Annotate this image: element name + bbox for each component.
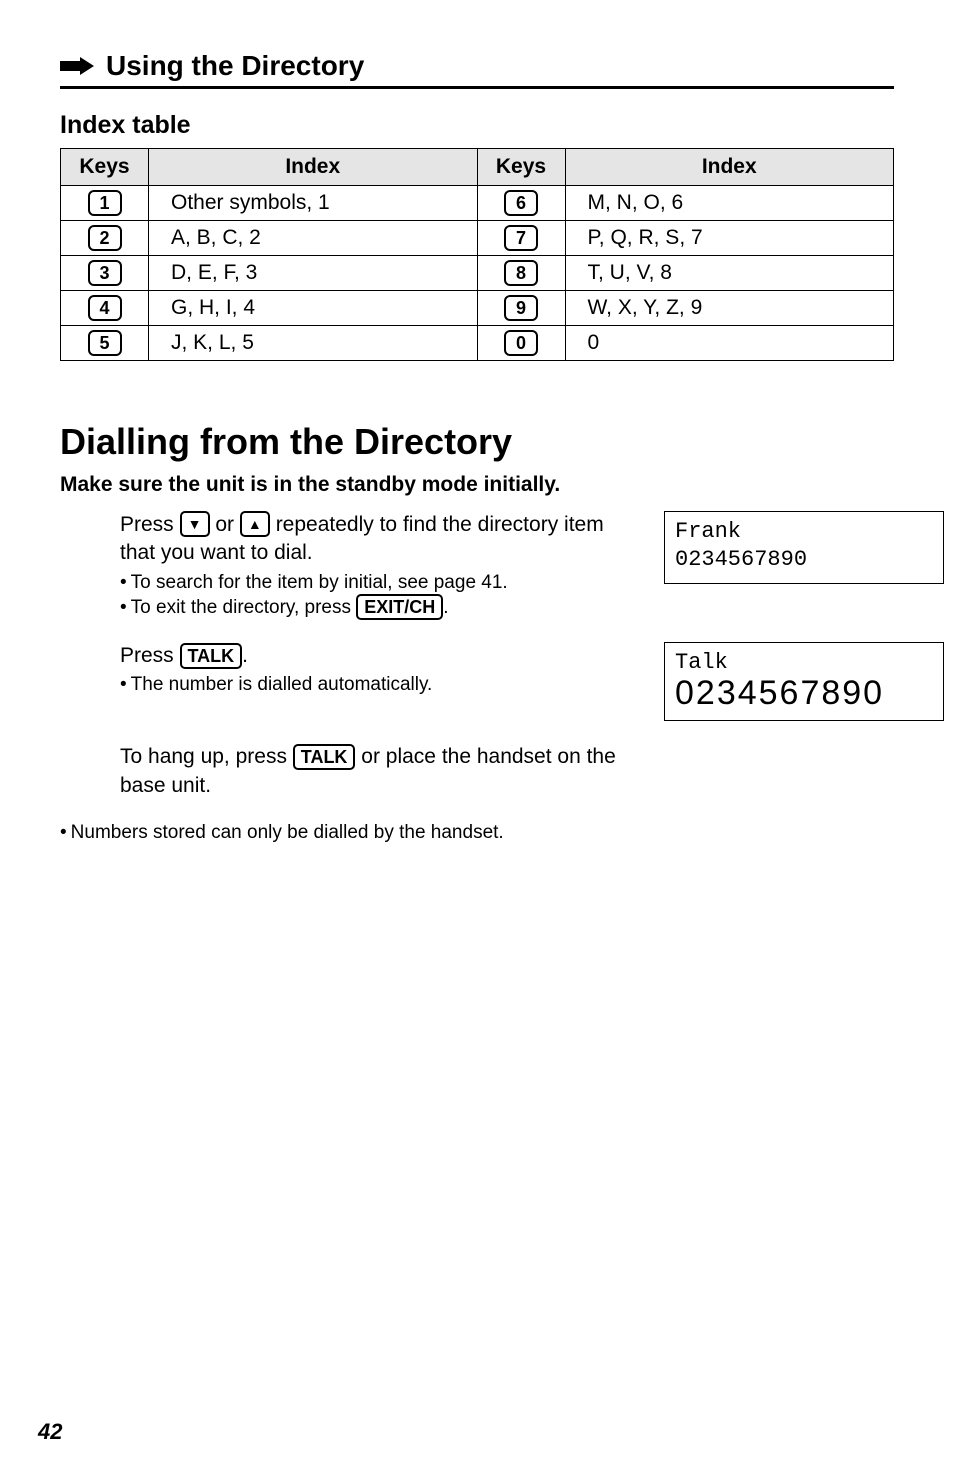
- keycap-icon: 0: [504, 330, 538, 356]
- table-row: 5 J, K, L, 5 0 0: [61, 326, 894, 361]
- index-cell: W, X, Y, Z, 9: [565, 291, 894, 326]
- step-2-body: Press TALK.: [120, 642, 640, 670]
- lcd-display-1: Frank 0234567890: [664, 511, 944, 584]
- step-3: To hang up, press TALK or place the hand…: [60, 743, 894, 800]
- step-1-bullets: To search for the item by initial, see p…: [120, 572, 640, 620]
- down-arrow-icon: ▼: [180, 511, 210, 537]
- list-item: The number is dialled automatically.: [120, 674, 640, 696]
- exit-ch-key-icon: EXIT/CH: [356, 594, 443, 620]
- section-title: Dialling from the Directory: [60, 421, 894, 463]
- step-2: Press TALK. The number is dialled automa…: [60, 642, 894, 722]
- section-lead: Make sure the unit is in the standby mod…: [60, 473, 894, 497]
- step-1: Press ▼ or ▲ repeatedly to find the dire…: [60, 511, 894, 620]
- index-cell: M, N, O, 6: [565, 186, 894, 221]
- index-cell: D, E, F, 3: [149, 256, 478, 291]
- keycap-icon: 1: [88, 190, 122, 216]
- table-row: 3 D, E, F, 3 8 T, U, V, 8: [61, 256, 894, 291]
- keycap-icon: 9: [504, 295, 538, 321]
- keycap-icon: 5: [88, 330, 122, 356]
- table-row: 4 G, H, I, 4 9 W, X, Y, Z, 9: [61, 291, 894, 326]
- keycap-icon: 3: [88, 260, 122, 286]
- chapter-title: Using the Directory: [106, 50, 364, 82]
- keycap-icon: 4: [88, 295, 122, 321]
- lcd-line-1: Frank: [675, 518, 933, 546]
- list-item: To exit the directory, press EXIT/CH.: [120, 594, 640, 620]
- lcd-display-2: Talk 0234567890: [664, 642, 944, 722]
- page-number: 42: [38, 1419, 62, 1445]
- index-cell: T, U, V, 8: [565, 256, 894, 291]
- arrow-icon: [60, 57, 94, 75]
- step-3-body: To hang up, press TALK or place the hand…: [120, 743, 640, 800]
- table-row: 2 A, B, C, 2 7 P, Q, R, S, 7: [61, 221, 894, 256]
- lcd-line-2: 0234567890: [675, 546, 933, 574]
- step-1-body: Press ▼ or ▲ repeatedly to find the dire…: [120, 511, 640, 568]
- lcd-line-1: Talk: [675, 649, 933, 677]
- table-header-index: Index: [565, 149, 894, 186]
- table-row: 1 Other symbols, 1 6 M, N, O, 6: [61, 186, 894, 221]
- index-cell: A, B, C, 2: [149, 221, 478, 256]
- index-table-heading: Index table: [60, 111, 894, 140]
- footnote: Numbers stored can only be dialled by th…: [60, 822, 894, 844]
- table-header-keys: Keys: [477, 149, 565, 186]
- keycap-icon: 7: [504, 225, 538, 251]
- index-cell: P, Q, R, S, 7: [565, 221, 894, 256]
- keycap-icon: 8: [504, 260, 538, 286]
- table-header-index: Index: [149, 149, 478, 186]
- index-cell: 0: [565, 326, 894, 361]
- table-header-keys: Keys: [61, 149, 149, 186]
- lcd-line-2: 0234567890: [675, 676, 933, 710]
- index-cell: G, H, I, 4: [149, 291, 478, 326]
- list-item: To search for the item by initial, see p…: [120, 572, 640, 594]
- talk-key-icon: TALK: [180, 643, 243, 669]
- index-table: Keys Index Keys Index 1 Other symbols, 1…: [60, 148, 894, 361]
- up-arrow-icon: ▲: [240, 511, 270, 537]
- keycap-icon: 2: [88, 225, 122, 251]
- step-2-bullets: The number is dialled automatically.: [120, 674, 640, 696]
- talk-key-icon: TALK: [293, 744, 356, 770]
- index-cell: Other symbols, 1: [149, 186, 478, 221]
- keycap-icon: 6: [504, 190, 538, 216]
- index-cell: J, K, L, 5: [149, 326, 478, 361]
- chapter-header: Using the Directory: [60, 50, 894, 89]
